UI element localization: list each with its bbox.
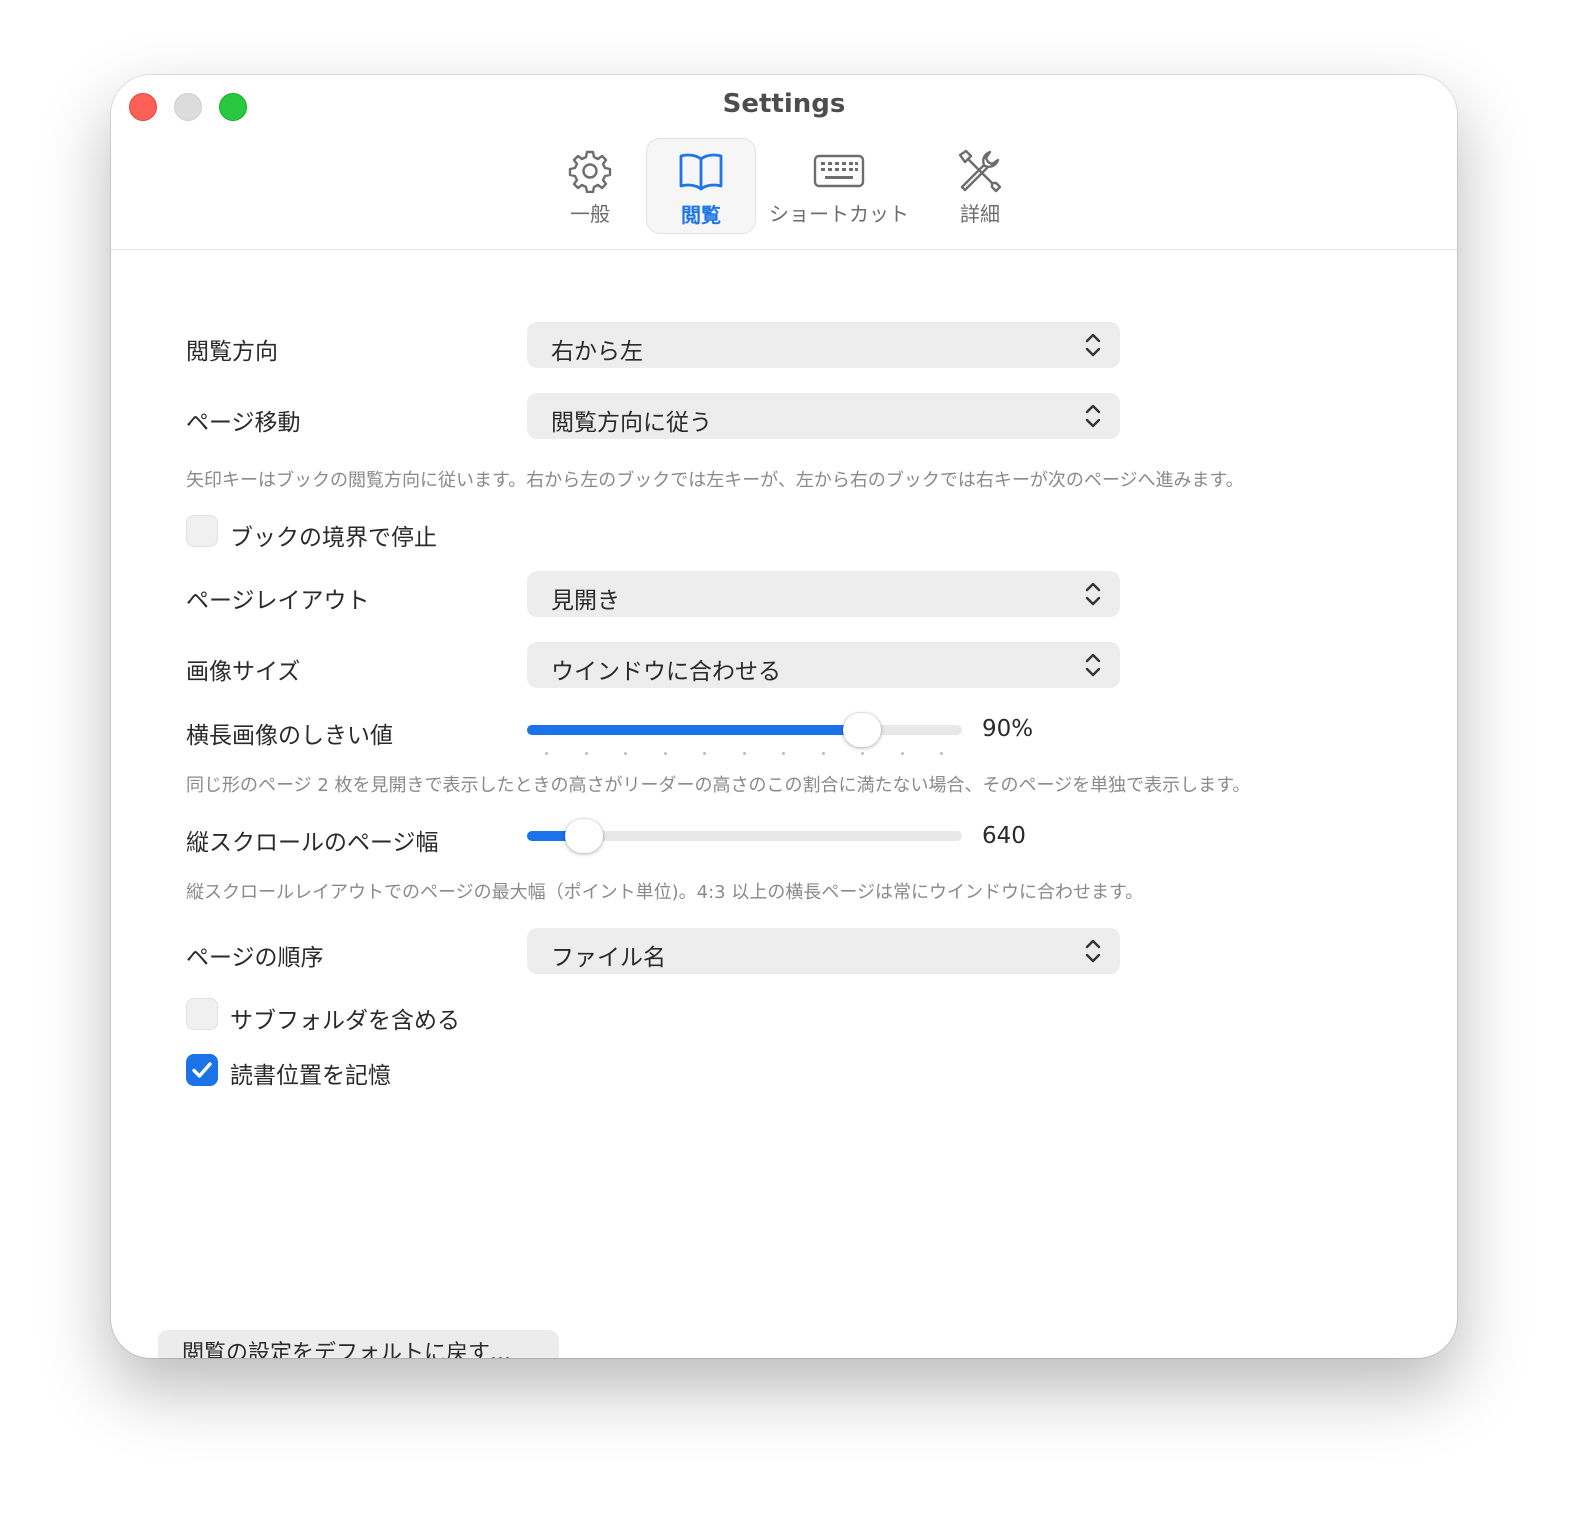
slider-knob[interactable] [565,819,603,853]
slider-tick [664,752,667,755]
landscape-threshold-slider[interactable] [527,710,962,755]
chevron-up-down-icon [1085,404,1101,428]
landscape-threshold-label: 横長画像のしきい値 [186,723,393,749]
settings-window: Settings 一般 閲覧 ショートカット 詳細 閲覧方向 右から左 ページ移… [111,75,1457,1358]
chevron-up-down-icon [1085,582,1101,606]
popup-value: ファイル名 [551,945,666,971]
chevron-up-down-icon [1085,939,1101,963]
landscape-threshold-note: 同じ形のページ 2 枚を見開きで表示したときの高さがリーダーの高さのこの割合に満… [186,775,1251,796]
tab-reading[interactable]: 閲覧 [646,138,756,234]
popup-value: 見開き [551,588,620,614]
chevron-up-down-icon [1085,333,1101,357]
book-icon [647,147,755,197]
page-layout-label: ページレイアウト [186,588,370,614]
keyboard-icon [763,146,915,196]
page-navigation-popup[interactable]: 閲覧方向に従う [527,393,1120,439]
image-size-popup[interactable]: ウインドウに合わせる [527,642,1120,688]
remember-position-checkbox[interactable] [186,1054,218,1086]
vertical-scroll-width-note: 縦スクロールレイアウトでのページの最大幅（ポイント単位)。4:3 以上の横長ペー… [186,882,1144,903]
tab-label: 閲覧 [681,203,721,227]
chevron-up-down-icon [1085,653,1101,677]
image-size-label: 画像サイズ [186,659,301,685]
include-subfolders-label: サブフォルダを含める [230,1008,460,1034]
slider-fill [527,725,862,735]
slider-tick [545,752,548,755]
remember-position-label: 読書位置を記憶 [230,1063,391,1089]
tab-shortcuts[interactable]: ショートカット [763,138,915,234]
vertical-scroll-width-value: 640 [982,823,1026,849]
tab-label: 詳細 [960,202,1000,226]
reading-direction-popup[interactable]: 右から左 [527,322,1120,368]
vertical-scroll-width-label: 縦スクロールのページ幅 [186,830,439,856]
slider-tick [782,752,785,755]
reading-direction-label: 閲覧方向 [186,339,278,365]
include-subfolders-checkbox[interactable] [186,998,218,1030]
popup-value: 閲覧方向に従う [551,410,712,436]
slider-tick [861,752,864,755]
page-order-label: ページの順序 [186,945,324,971]
reading-settings-panel: 閲覧方向 右から左 ページ移動 閲覧方向に従う 矢印キーはブックの閲覧方向に従い… [111,250,1457,1358]
gear-icon [535,146,645,196]
slider-tick [901,752,904,755]
window-title: Settings [722,89,846,119]
tools-icon [925,146,1035,196]
slider-tick [743,752,746,755]
toolbar: Settings 一般 閲覧 ショートカット 詳細 [111,75,1457,250]
stop-at-boundary-label: ブックの境界で停止 [230,525,437,551]
page-order-popup[interactable]: ファイル名 [527,928,1120,974]
slider-tick [822,752,825,755]
slider-tick [624,752,627,755]
reset-reading-settings-button[interactable]: 閲覧の設定をデフォルトに戻す... [158,1330,559,1358]
vertical-scroll-width-slider[interactable] [527,816,962,856]
slider-tick [940,752,943,755]
slider-tick [703,752,706,755]
slider-tick [585,752,588,755]
tab-general[interactable]: 一般 [535,138,645,234]
page-layout-popup[interactable]: 見開き [527,571,1120,617]
popup-value: ウインドウに合わせる [551,659,781,685]
slider-knob[interactable] [843,713,881,747]
stop-at-boundary-checkbox[interactable] [186,515,218,547]
landscape-threshold-value: 90% [982,716,1034,742]
checkmark-icon [192,1062,212,1078]
page-navigation-label: ページ移動 [186,410,301,436]
popup-value: 右から左 [551,339,643,365]
tab-label: ショートカット [769,202,909,226]
tab-advanced[interactable]: 詳細 [925,138,1035,234]
page-navigation-note: 矢印キーはブックの閲覧方向に従います。右から左のブックでは左キーが、左から右のブ… [186,470,1244,491]
tab-label: 一般 [570,202,610,226]
